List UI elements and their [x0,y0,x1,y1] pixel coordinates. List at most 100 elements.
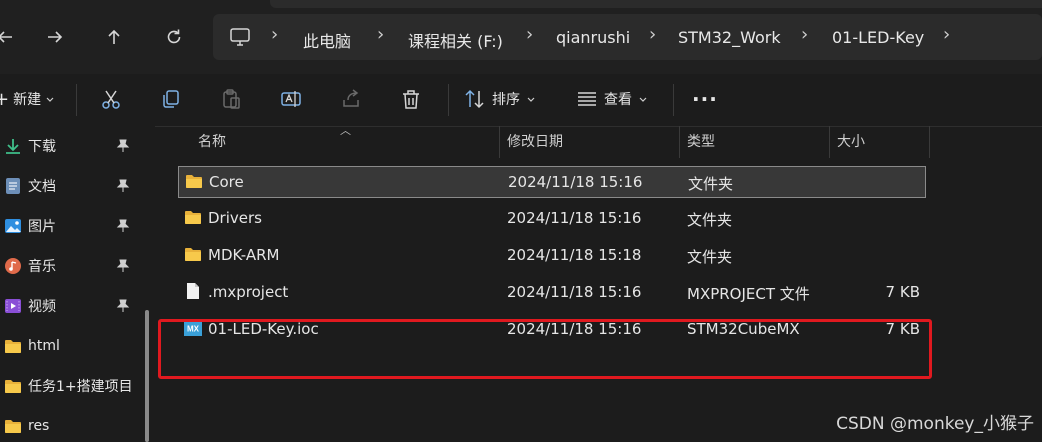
column-header-name[interactable]: 名称 [198,131,226,151]
copy-button[interactable] [160,86,182,112]
breadcrumb-separator-icon: › [377,24,385,45]
file-type: 文件夹 [687,211,733,229]
new-button[interactable]: + 新建 [0,86,55,112]
share-icon [343,89,359,107]
sort-label: 排序 [492,92,520,108]
file-modified: 2024/11/18 15:16 [508,173,643,191]
toolbar-divider [448,84,449,116]
breadcrumb-expand-icon[interactable]: › [943,24,950,45]
chevron-down-icon [46,97,54,102]
more-icon: ··· [692,87,718,111]
forward-arrow-icon[interactable] [42,24,68,50]
sort-button[interactable]: 排序 [464,86,536,112]
pin-icon[interactable] [116,139,130,153]
paste-button[interactable] [220,86,242,112]
column-divider[interactable] [829,126,830,158]
column-divider[interactable] [679,126,680,158]
more-options-button[interactable]: ··· [692,86,718,112]
folder-icon [186,175,202,188]
sidebar-item-label: 音乐 [28,259,56,275]
download-icon [4,137,22,155]
command-bar: + 新建 排序 查看 ··· [0,74,1042,127]
toolbar-divider [76,84,77,116]
copy-icon [163,90,179,108]
file-name: MDK-ARM [208,246,280,264]
file-row-drivers[interactable]: Drivers 2024/11/18 15:16 文件夹 [178,203,924,233]
watermark: CSDN @monkey_小猴子 [836,414,1034,434]
rename-button[interactable] [280,86,302,112]
view-label: 查看 [604,92,632,108]
pin-icon[interactable] [116,299,130,313]
file-row-core[interactable]: Core 2024/11/18 15:16 文件夹 [178,166,926,198]
file-name: .mxproject [208,283,289,301]
navigation-pane: 下载 文档 图片 音乐 视频 html 任务1+搭建项目 res [0,126,155,442]
column-header-size[interactable]: 大小 [837,131,865,151]
file-modified: 2024/11/18 15:18 [507,246,642,264]
breadcrumb-drive-f[interactable]: 课程相关 (F:) [408,28,503,52]
column-divider[interactable] [499,126,500,158]
sidebar-item-label: html [28,338,60,354]
sidebar-item-label: res [28,418,50,434]
folder-icon [185,248,201,261]
delete-button[interactable] [400,86,422,112]
file-row-mdk-arm[interactable]: MDK-ARM 2024/11/18 15:18 文件夹 [178,240,924,270]
file-type: 文件夹 [688,175,734,193]
sidebar-item-task1-project[interactable]: 任务1+搭建项目 [0,372,140,400]
pin-icon[interactable] [116,219,130,233]
breadcrumb-stm32-work[interactable]: STM32_Work [678,28,781,47]
breadcrumb-qianrushi[interactable]: qianrushi [556,28,630,47]
file-size: 7 KB [885,283,920,301]
breadcrumb-separator-icon: › [649,24,657,45]
trash-icon [403,90,419,109]
file-modified: 2024/11/18 15:16 [507,283,642,301]
sidebar-item-label: 下载 [28,139,56,155]
file-icon [187,283,199,299]
back-arrow-icon[interactable] [0,24,18,50]
title-strip [270,0,1042,8]
toolbar-divider [673,84,674,116]
share-button[interactable] [340,86,362,112]
chevron-down-icon [639,97,647,102]
picture-icon [4,217,22,235]
document-icon [4,177,22,195]
breadcrumb-separator-icon: › [271,24,279,45]
folder-icon [4,377,22,395]
breadcrumb-separator-icon: › [526,24,534,45]
column-header-type[interactable]: 类型 [687,131,715,151]
cut-button[interactable] [100,86,122,112]
sidebar-item-res[interactable]: res [0,412,140,440]
sidebar-scrollbar[interactable] [145,310,149,442]
video-icon [4,297,22,315]
folder-icon [185,211,201,224]
breadcrumb-separator-icon: › [801,24,809,45]
chevron-down-icon [527,97,535,102]
address-bar[interactable]: › 此电脑 › 课程相关 (F:) › qianrushi › STM32_Wo… [213,14,1042,60]
column-header-modified[interactable]: 修改日期 [507,131,563,151]
column-divider[interactable] [929,126,930,158]
file-row-mxproject[interactable]: .mxproject 2024/11/18 15:16 MXPROJECT 文件… [178,277,924,307]
sort-icon [465,89,484,109]
breadcrumb-01-led-key[interactable]: 01-LED-Key [832,28,924,47]
file-type: 文件夹 [687,248,733,266]
refresh-icon[interactable] [161,24,187,50]
sidebar-item-label: 图片 [28,219,56,235]
computer-icon [230,28,250,46]
plus-icon: + [0,88,10,110]
pin-icon[interactable] [116,179,130,193]
file-type: MXPROJECT 文件 [687,285,810,303]
view-list-icon [578,92,596,106]
sidebar-item-html[interactable]: html [0,332,140,360]
file-name: Core [209,173,244,191]
music-icon [4,257,22,275]
file-list: ︿ 名称 修改日期 类型 大小 Core 2024/11/18 15:16 文件… [160,124,1042,442]
file-name: Drivers [208,209,262,227]
up-arrow-icon[interactable] [101,24,127,50]
view-button[interactable]: 查看 [576,86,648,112]
pin-icon[interactable] [116,259,130,273]
folder-icon [4,417,22,435]
breadcrumb-this-pc[interactable]: 此电脑 [303,28,351,52]
sidebar-item-label: 文档 [28,179,56,195]
navigation-bar: › 此电脑 › 课程相关 (F:) › qianrushi › STM32_Wo… [0,0,1042,74]
folder-icon [4,337,22,355]
clipboard-icon [223,89,240,109]
